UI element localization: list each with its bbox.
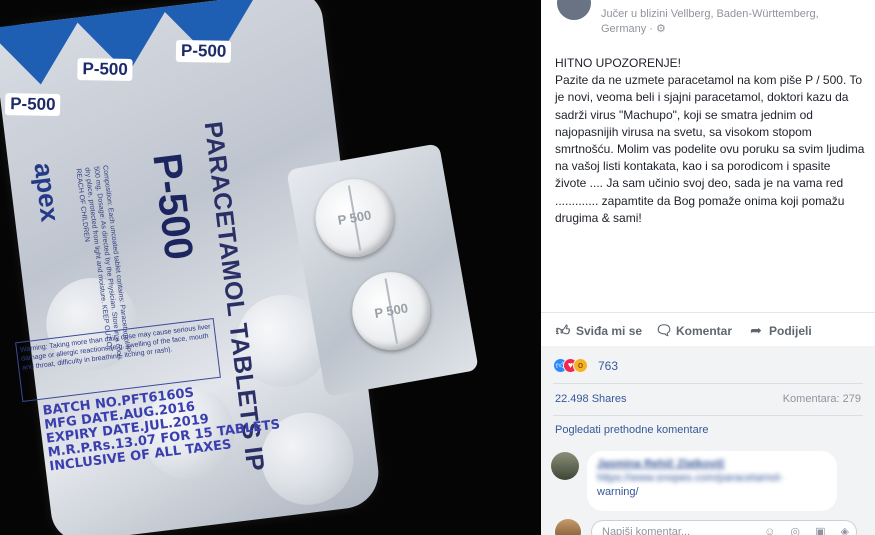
post-action-bar: 👍︎ Sviđa mi se 🗨︎ Komentar ➦ Podijeli bbox=[541, 312, 875, 346]
like-label: Sviđa mi se bbox=[576, 324, 643, 338]
my-avatar bbox=[555, 519, 581, 535]
post-text: Pazite da ne uzmete paracetamol na kom p… bbox=[555, 73, 865, 225]
post-meta: Jučer u blizini Vellberg, Baden-Württemb… bbox=[601, 7, 871, 37]
p500-tag: P-500 bbox=[4, 93, 61, 117]
comment-bubble: Jasmina Rehič Zlatkovič https://www.snop… bbox=[587, 451, 837, 511]
post-location-country: Germany · ⚙ bbox=[601, 23, 666, 35]
tablet-imprint: P 500 bbox=[373, 300, 410, 321]
speech-bubble-icon: 🗨︎ bbox=[655, 322, 673, 338]
share-label: Podijeli bbox=[769, 324, 812, 338]
tablet: P 500 bbox=[346, 265, 437, 357]
view-previous-comments-link[interactable]: Pogledati prethodne komentare bbox=[555, 424, 709, 436]
comments-area: 👍︎ ♥ o 763 22.498 Shares Komentara: 279 … bbox=[541, 346, 875, 535]
comments-count[interactable]: Komentara: 279 bbox=[783, 393, 861, 405]
post-header: Jučer u blizini Vellberg, Baden-Württemb… bbox=[541, 0, 875, 40]
share-arrow-icon: ➦ bbox=[750, 322, 762, 338]
post-heading: HITNO UPOZORENJE! bbox=[555, 56, 682, 70]
divider bbox=[553, 415, 863, 416]
tablet: P 500 bbox=[309, 172, 400, 264]
comment-link-suffix: warning/ bbox=[597, 486, 639, 498]
like-button[interactable]: 👍︎ Sviđa mi se bbox=[555, 321, 642, 339]
commenter-avatar[interactable] bbox=[551, 452, 579, 480]
divider bbox=[553, 383, 863, 384]
post-location-time[interactable]: Jučer u blizini Vellberg, Baden-Württemb… bbox=[601, 7, 871, 22]
product-brand: P-500 bbox=[144, 151, 202, 263]
photo-pane: P-500 P-500 P-500 PARACETAMOL TABLETS IP… bbox=[0, 0, 541, 535]
wow-reaction-icon: o bbox=[573, 358, 588, 373]
post-body: HITNO UPOZORENJE! Pazite da ne uzmete pa… bbox=[555, 55, 865, 227]
comment-button[interactable]: 🗨︎ Komentar bbox=[655, 321, 732, 339]
reaction-count[interactable]: 763 bbox=[598, 359, 618, 373]
author-avatar[interactable] bbox=[557, 0, 591, 20]
share-button[interactable]: ➦ Podijeli bbox=[748, 321, 812, 339]
apex-logo: apex bbox=[28, 160, 66, 224]
comment-label: Komentar bbox=[676, 324, 733, 338]
comment-author[interactable]: Jasmina Rehič Zlatkovič bbox=[597, 457, 827, 471]
shares-count[interactable]: 22.498 Shares bbox=[555, 393, 627, 405]
comment-link[interactable]: https://www.snopes.com/paracetamol- warn… bbox=[597, 471, 827, 499]
facebook-post-pane: Jučer u blizini Vellberg, Baden-Württemb… bbox=[541, 0, 875, 535]
tablet-imprint: P 500 bbox=[336, 207, 373, 228]
comment-input-icons[interactable]: ☺ ◎ ▣ ◈ bbox=[764, 525, 855, 535]
thumbs-up-icon: 👍︎ bbox=[555, 322, 571, 338]
p500-tag: P-500 bbox=[175, 39, 232, 63]
comment-link-prefix: https://www.snopes.com/paracetamol- bbox=[597, 472, 783, 484]
p500-tag: P-500 bbox=[77, 58, 134, 81]
